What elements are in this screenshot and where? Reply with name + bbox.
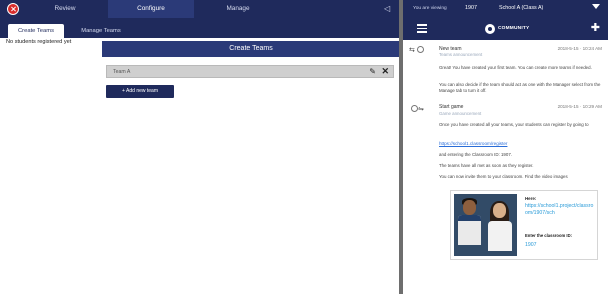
post-date: 2018-5-15 · 10:24 AM [557,46,602,51]
classroom-card: Here: https://school1.project/classroom/… [450,190,598,260]
post-text: The teams have all met as soon as they r… [439,163,534,168]
post-text: Great! You have created your first team.… [439,65,592,70]
team-name: Team A [113,69,131,75]
team-row[interactable]: Team A ✎ ✕ [106,65,394,78]
top-navigation: Review Configure Manage ◁ [0,0,400,18]
student-figure [487,201,513,256]
post-text: You can also decide if the team should a… [439,82,601,93]
students-photo [454,194,517,256]
transfer-icon[interactable]: ⇆ [409,46,415,54]
post-author: Start game [439,104,464,110]
post-2-icons: ⇋ [409,104,424,113]
sub-navigation: Create Teams Manage Teams [0,18,400,38]
community-pane: You are viewing 1907 School A (Class A) … [403,0,608,294]
delete-x-icon[interactable]: ✕ [381,66,389,77]
edit-pencil-icon[interactable]: ✎ [369,67,376,77]
collapse-arrow-icon[interactable]: ◁ [384,4,390,13]
no-students-message: No students registered yet [6,39,72,45]
classroom-link[interactable]: https://school1.project/classroom/1907/s… [525,203,595,216]
tab-review[interactable]: Review [36,0,94,18]
class-selector-bar: You are viewing 1907 School A (Class A) [403,0,608,18]
community-feed: ⇆ New team Teams announcement 2018-5-15 … [403,40,608,294]
share-icon[interactable]: ⇋ [418,105,424,113]
post-text: Once you have created all your teams, yo… [439,122,589,127]
card-label: Here: [525,196,537,201]
post-1-icons: ⇆ [409,45,424,54]
post-text: and entering the Classroom ID: 1907. [439,152,512,157]
add-plus-icon[interactable]: ✚ [591,23,600,34]
class-code: 1907 [465,5,477,11]
tab-manage[interactable]: Manage [200,0,276,18]
chevron-down-icon[interactable] [592,4,600,9]
tab-configure[interactable]: Configure [108,0,194,18]
community-logo-icon [485,24,495,34]
create-teams-header: Create Teams [102,41,400,57]
subtab-manage-teams[interactable]: Manage Teams [68,24,134,38]
menu-icon[interactable] [417,24,427,33]
community-header: COMMUNITY ✚ [403,18,608,40]
viewing-label: You are viewing [413,6,447,11]
classroom-code-link[interactable]: 1907 [525,242,537,248]
post-date: 2018-5-15 · 10:29 AM [557,104,602,109]
add-new-team-button[interactable]: + Add new team [106,85,174,98]
subtab-create-teams[interactable]: Create Teams [8,24,64,38]
register-link[interactable]: https://school1.classroom/register [439,141,507,146]
select-circle-icon[interactable] [416,46,424,54]
school-name[interactable]: School A (Class A) [499,5,543,11]
brand-text: COMMUNITY [498,26,530,31]
post-text: You can now invite them to your classroo… [439,174,568,179]
student-figure [458,198,482,256]
post-subtitle: Teams announcement [439,52,483,57]
close-icon[interactable] [7,3,19,15]
post-subtitle: Game announcement [439,111,482,116]
configure-pane: Review Configure Manage ◁ Create Teams M… [0,0,400,294]
select-circle-icon[interactable] [411,105,418,113]
card-label: Enter the classroom ID: [525,233,573,238]
